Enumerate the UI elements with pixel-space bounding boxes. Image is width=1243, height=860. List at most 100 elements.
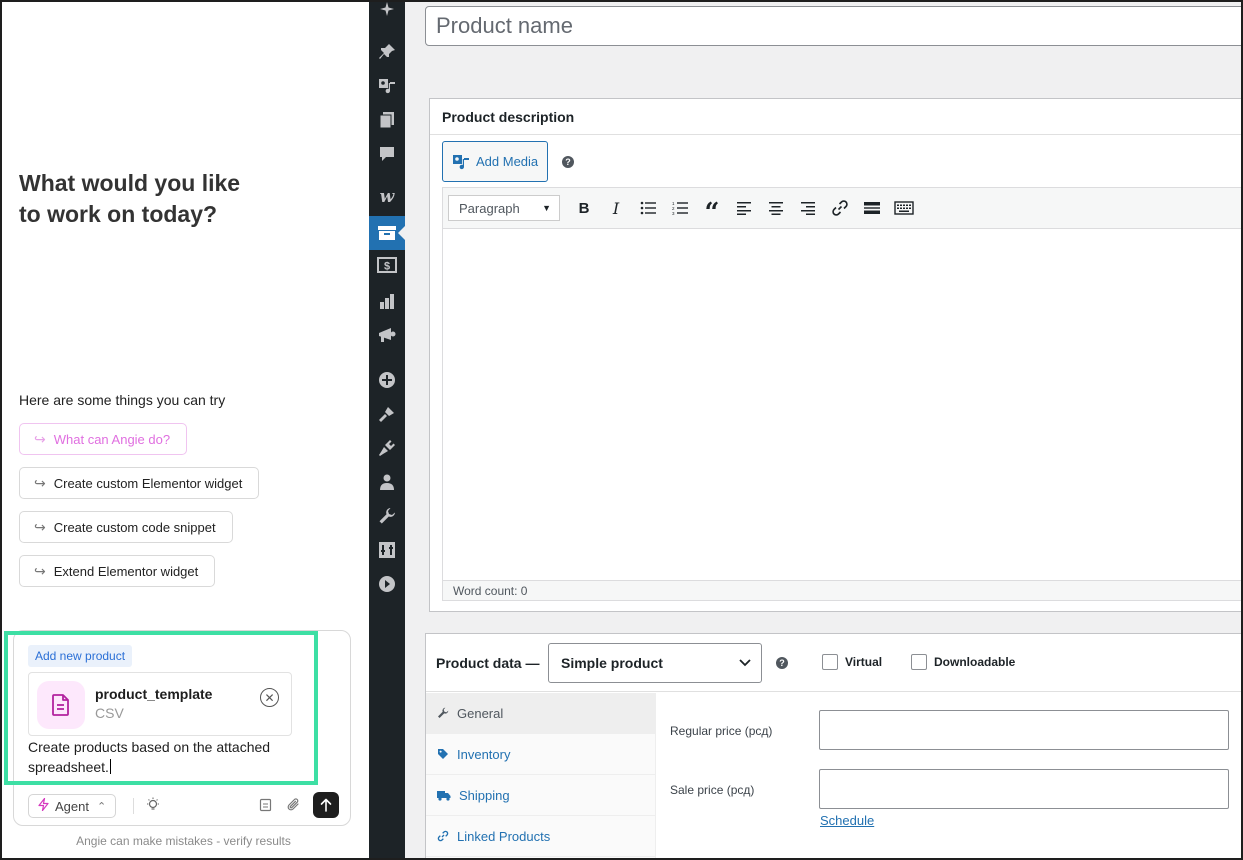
suggestion-extend-widget[interactable]: ↪ Extend Elementor widget <box>19 555 216 587</box>
attachment-name: product_template <box>95 686 213 702</box>
text-caret <box>109 759 111 774</box>
toolbar-toggle-icon[interactable] <box>888 193 920 223</box>
suggestion-label: Create custom Elementor widget <box>53 475 243 491</box>
svg-text:$: $ <box>384 261 390 273</box>
pages-icon[interactable] <box>369 103 405 137</box>
bold-icon[interactable]: B <box>568 193 600 223</box>
regular-price-input[interactable] <box>819 710 1229 750</box>
notes-icon[interactable] <box>259 798 272 817</box>
suggestion-code-snippet[interactable]: ↪ Create custom code snippet <box>19 511 233 543</box>
add-media-button[interactable]: Add Media <box>442 141 548 182</box>
payments-icon[interactable]: $ <box>369 248 405 282</box>
disclaimer-text: Angie can make mistakes - verify results <box>76 834 291 848</box>
marketing-icon[interactable] <box>369 318 405 352</box>
schedule-link[interactable]: Schedule <box>820 813 874 828</box>
align-right-icon[interactable] <box>792 193 824 223</box>
tab-inventory[interactable]: Inventory <box>426 734 655 775</box>
chevron-down-icon <box>739 659 751 667</box>
woocommerce-icon[interactable]: w <box>369 180 405 214</box>
chat-heading: What would you like to work on today? <box>19 168 279 230</box>
reply-arrow-icon: ↪ <box>34 474 46 491</box>
tab-label: General <box>457 705 504 721</box>
suggestion-label: Create custom code snippet <box>53 519 216 535</box>
product-name-input[interactable]: Product name <box>425 6 1241 46</box>
downloadable-label: Downloadable <box>934 655 1016 669</box>
align-left-icon[interactable] <box>728 193 760 223</box>
word-count: Word count: 0 <box>443 580 1241 600</box>
products-icon[interactable] <box>369 216 405 250</box>
description-editor[interactable]: Paragraph ▼ B I 123 “ Word count: 0 <box>442 187 1241 601</box>
regular-price-label: Regular price (рсд) <box>670 724 773 738</box>
lightbulb-icon[interactable] <box>146 797 160 818</box>
elementor-icon[interactable] <box>369 363 405 397</box>
help-icon[interactable]: ? <box>776 657 788 669</box>
suggestion-label: Extend Elementor widget <box>53 563 199 579</box>
pin-icon[interactable] <box>369 35 405 69</box>
suggestion-what-can-angie-do[interactable]: ↪ What can Angie do? <box>19 423 188 455</box>
tab-label: Shipping <box>459 787 510 803</box>
truck-icon <box>437 790 451 801</box>
description-heading: Product description <box>430 99 1241 135</box>
agent-mode-select[interactable]: Agent ⌃ <box>28 794 116 818</box>
virtual-label: Virtual <box>845 655 883 669</box>
virtual-checkbox[interactable]: Virtual <box>822 654 882 670</box>
product-data-label: Product data — <box>436 654 540 671</box>
read-more-icon[interactable] <box>856 193 888 223</box>
chat-heading-line1: What would you like <box>19 170 241 196</box>
sale-price-input[interactable] <box>819 769 1229 809</box>
settings-icon[interactable] <box>369 533 405 567</box>
media-icon[interactable] <box>369 69 405 103</box>
attachment-type: CSV <box>95 705 124 721</box>
ai-icon[interactable] <box>369 0 405 26</box>
link-icon[interactable] <box>824 193 856 223</box>
product-description-box: Product description Add Media ? Paragrap… <box>429 98 1241 612</box>
paperclip-icon[interactable] <box>287 797 301 818</box>
checkbox-box[interactable] <box>911 654 927 670</box>
attachment-card[interactable]: product_template CSV ✕ <box>28 672 292 736</box>
numbered-list-icon[interactable]: 123 <box>664 193 696 223</box>
help-icon[interactable]: ? <box>562 156 574 168</box>
comments-icon[interactable] <box>369 137 405 171</box>
plugins-icon[interactable] <box>369 431 405 465</box>
checkbox-box[interactable] <box>822 654 838 670</box>
tab-general[interactable]: General <box>426 693 655 734</box>
remove-attachment-icon[interactable]: ✕ <box>260 688 279 707</box>
tab-label: Inventory <box>457 746 511 762</box>
chat-heading-line2: to work on today? <box>19 201 218 227</box>
divider <box>133 798 134 814</box>
tab-shipping[interactable]: Shipping <box>426 775 655 816</box>
agent-mode-label: Agent <box>55 798 89 814</box>
context-tag[interactable]: Add new product <box>28 645 133 667</box>
send-button[interactable] <box>313 792 339 818</box>
sale-price-label: Sale price (рсд) <box>670 783 755 797</box>
tools-icon[interactable] <box>369 499 405 533</box>
downloadable-checkbox[interactable]: Downloadable <box>911 654 1015 670</box>
lightning-icon <box>38 797 49 814</box>
product-editor: Product name Product description Add Med… <box>405 2 1241 858</box>
media-icon <box>453 154 469 169</box>
users-icon[interactable] <box>369 465 405 499</box>
add-media-label: Add Media <box>476 154 539 169</box>
tag-icon <box>438 749 448 759</box>
suggestion-elementor-widget[interactable]: ↪ Create custom Elementor widget <box>19 467 260 499</box>
tab-label: Linked Products <box>457 828 551 844</box>
product-data-box: Product data — Simple product ? Virtual … <box>425 633 1241 858</box>
analytics-icon[interactable] <box>369 284 405 318</box>
reply-arrow-icon: ↪ <box>34 562 46 579</box>
svg-text:3: 3 <box>672 211 675 215</box>
format-select[interactable]: Paragraph ▼ <box>448 195 560 221</box>
bullet-list-icon[interactable] <box>632 193 664 223</box>
reply-arrow-icon: ↪ <box>34 430 46 447</box>
prompt-input[interactable]: Create products based on the attached sp… <box>28 737 298 777</box>
blockquote-icon[interactable]: “ <box>696 193 728 226</box>
wp-admin-sidebar: w $ <box>369 2 405 858</box>
appearance-icon[interactable] <box>369 397 405 431</box>
product-type-select[interactable]: Simple product <box>548 643 762 683</box>
tab-linked-products[interactable]: Linked Products <box>426 816 655 857</box>
align-center-icon[interactable] <box>760 193 792 223</box>
format-select-value: Paragraph <box>459 200 520 216</box>
product-type-value: Simple product <box>561 655 663 671</box>
collapse-icon[interactable] <box>369 567 405 601</box>
product-name-placeholder: Product name <box>436 13 573 38</box>
italic-icon[interactable]: I <box>600 193 632 223</box>
